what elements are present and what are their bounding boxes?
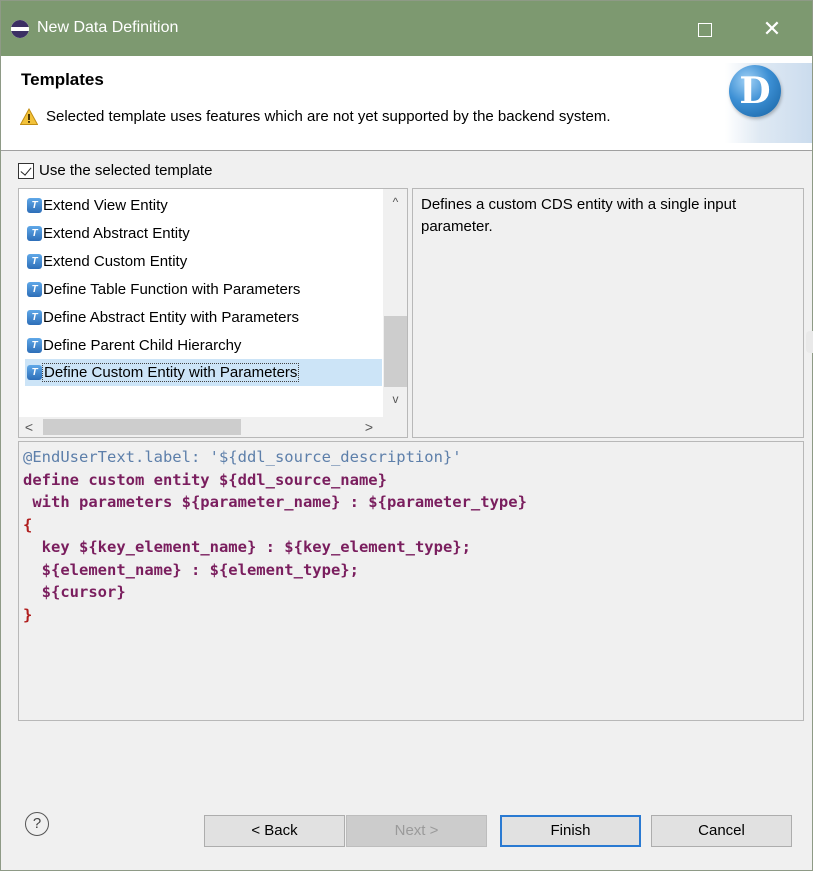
help-icon[interactable]: ? bbox=[25, 812, 49, 836]
list-item-label: Define Abstract Entity with Parameters bbox=[43, 309, 299, 326]
template-icon bbox=[27, 226, 42, 241]
scroll-left-icon[interactable]: < bbox=[19, 417, 39, 437]
finish-button[interactable]: Finish bbox=[500, 815, 641, 847]
template-icon bbox=[27, 198, 42, 213]
code-token: ${cursor} bbox=[23, 583, 126, 601]
use-template-label[interactable]: Use the selected template bbox=[39, 162, 212, 179]
list-item[interactable]: Define Table Function with Parameters bbox=[25, 276, 382, 303]
vertical-scroll-thumb[interactable] bbox=[384, 316, 407, 387]
code-token: ${parameter_name} : ${parameter_type} bbox=[181, 493, 527, 511]
code-brace: } bbox=[23, 605, 33, 624]
list-item-label: Define Custom Entity with Parameters bbox=[42, 363, 300, 382]
list-item[interactable]: Extend Abstract Entity bbox=[25, 220, 382, 247]
close-button[interactable]: ✕ bbox=[749, 11, 795, 49]
list-item-label: Extend View Entity bbox=[43, 197, 168, 214]
template-preview[interactable]: @EndUserText.label: '${ddl_source_descri… bbox=[18, 441, 804, 721]
code-keyword: with parameters bbox=[23, 493, 182, 511]
warning-icon bbox=[20, 108, 38, 125]
code-token: ${element_name} : ${element_type}; bbox=[23, 560, 359, 579]
code-brace: { bbox=[23, 515, 33, 534]
code-token: ${key_element_name} : ${key_element_type… bbox=[79, 538, 471, 556]
cancel-button[interactable]: Cancel bbox=[651, 815, 792, 847]
title-bar[interactable]: New Data Definition ✕ bbox=[1, 1, 812, 56]
code-keyword: define custom entity bbox=[23, 470, 219, 489]
code-token: ${ddl_source_name} bbox=[218, 470, 387, 489]
code-annotation: @EndUserText.label: '${ddl_source_descri… bbox=[23, 448, 462, 466]
use-template-checkbox[interactable] bbox=[18, 163, 34, 179]
scroll-down-icon[interactable]: v bbox=[383, 389, 407, 411]
scroll-right-icon[interactable]: > bbox=[359, 417, 379, 437]
side-decoration bbox=[806, 331, 813, 353]
page-title: Templates bbox=[21, 70, 104, 89]
list-item-label: Define Parent Child Hierarchy bbox=[43, 337, 242, 354]
wizard-footer: ? < Back Next > Finish Cancel bbox=[1, 791, 812, 871]
window-title: New Data Definition bbox=[37, 19, 179, 36]
template-icon bbox=[27, 254, 42, 269]
scrollbar-corner bbox=[383, 417, 407, 437]
warning-message: Selected template uses features which ar… bbox=[46, 108, 611, 125]
wizard-logo: D bbox=[725, 63, 812, 143]
list-item-label: Extend Custom Entity bbox=[43, 253, 188, 270]
horizontal-scroll-thumb[interactable] bbox=[43, 419, 241, 435]
template-icon bbox=[27, 282, 42, 297]
horizontal-scrollbar[interactable]: < > bbox=[19, 417, 383, 437]
wizard-header: Templates Selected template uses feature… bbox=[1, 56, 812, 151]
close-icon: ✕ bbox=[762, 16, 782, 41]
list-item-label: Extend Abstract Entity bbox=[43, 225, 190, 242]
list-item[interactable]: Define Parent Child Hierarchy bbox=[25, 332, 382, 359]
back-button[interactable]: < Back bbox=[204, 815, 345, 847]
next-button[interactable]: Next > bbox=[346, 815, 487, 847]
eclipse-app-icon bbox=[11, 20, 29, 38]
list-item-selected[interactable]: Define Custom Entity with Parameters bbox=[25, 359, 382, 386]
template-icon bbox=[27, 365, 42, 380]
dialog-window: New Data Definition ✕ Templates Selected… bbox=[0, 0, 813, 871]
list-item[interactable]: Extend View Entity bbox=[25, 192, 382, 219]
list-item[interactable]: Extend Custom Entity bbox=[25, 248, 382, 275]
template-icon bbox=[27, 310, 42, 325]
template-list[interactable]: Extend View Entity Extend Abstract Entit… bbox=[18, 188, 408, 438]
template-description: Defines a custom CDS entity with a singl… bbox=[412, 188, 804, 438]
template-icon bbox=[27, 338, 42, 353]
code-keyword: key bbox=[23, 538, 79, 556]
list-item-label: Define Table Function with Parameters bbox=[43, 281, 301, 298]
list-item[interactable]: Define Abstract Entity with Parameters bbox=[25, 304, 382, 331]
maximize-button[interactable] bbox=[681, 11, 727, 49]
scroll-up-icon[interactable]: ^ bbox=[383, 189, 407, 211]
logo-letter: D bbox=[729, 65, 781, 117]
vertical-scrollbar[interactable]: ^ v bbox=[383, 189, 407, 417]
